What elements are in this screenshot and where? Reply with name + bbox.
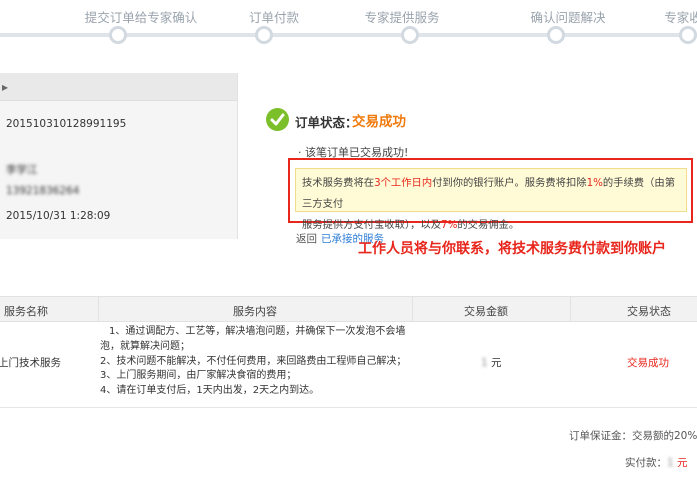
fee-notice-fee-rate: 1% — [586, 177, 603, 189]
step-label-confirm-resolved: 确认问题解决 — [530, 10, 606, 25]
service-content-line: 3、上门服务期间，由厂家解决食宿的费用； — [100, 370, 297, 382]
deposit-value: 交易额的20% — [632, 430, 697, 442]
amount-unit: 元 — [491, 357, 502, 369]
table-row: 上门技术服务 1、通过调配方、工艺等，解决墙泡问题，并确保下一次发泡不会墙 泡，… — [0, 322, 697, 408]
column-divider — [412, 297, 413, 321]
contact-phone: 13921836264 — [6, 185, 80, 197]
service-table: 服务名称 服务内容 交易金额 交易状态 上门技术服务 1、通过调配方、工艺等，解… — [0, 296, 697, 408]
service-content-line: 1、通过调配方、工艺等，解决墙泡问题，并确保下一次发泡不会墙 — [109, 326, 406, 337]
step-label-expert-service: 专家提供服务 — [364, 10, 440, 25]
fee-notice-text: 技术服务费将在 — [302, 177, 375, 189]
back-label: 返回 — [296, 233, 317, 245]
column-header-service-content: 服务内容 — [233, 305, 277, 318]
deposit-label: 订单保证金： — [569, 430, 632, 442]
service-content-line: 2、技术问题不能解决，不付任何费用，来回路费由工程师自己解决； — [100, 355, 407, 367]
amount-value: 1 — [481, 357, 488, 369]
order-progress-steps: 提交订单给专家确认 订单付款 专家提供服务 确认问题解决 专家收 — [0, 0, 697, 64]
staff-contact-annotation: 工作人员将与你联系，将技术服务费付款到你账户 — [358, 241, 666, 257]
fee-notice-text: 付到你的银行账户。服务费将扣除 — [432, 177, 587, 189]
fee-notice-text: 服务提供方支付宝收取），以及 — [302, 219, 442, 231]
fee-notice: 技术服务费将在3个工作日内付到你的银行账户。服务费将扣除1%的手续费（由第三方支… — [295, 168, 687, 231]
service-content-line: 泡，就算解决问题； — [100, 340, 190, 352]
service-content-line: 4、请在订单支付后，1天内出发，2天之内到达。 — [100, 385, 320, 397]
step-label-payment: 订单付款 — [248, 10, 300, 25]
paid-row: 实付款：1 元 — [625, 455, 688, 470]
fee-notice-highlight-box: 技术服务费将在3个工作日内付到你的银行账户。服务费将扣除1%的手续费（由第三方支… — [288, 158, 693, 231]
order-info-header: ▸ — [0, 73, 237, 101]
status-cell: 交易成功 — [627, 357, 669, 369]
deposit-row: 订单保证金：交易额的20% — [569, 428, 697, 443]
step-dot-expert-receive — [679, 26, 697, 44]
column-divider — [570, 297, 571, 321]
order-number: 201510310128991195 — [6, 118, 127, 130]
fee-notice-commission-rate: 7% — [441, 219, 458, 231]
check-circle-icon — [266, 108, 289, 131]
paid-label: 实付款： — [625, 457, 667, 469]
service-content-cell: 1、通过调配方、工艺等，解决墙泡问题，并确保下一次发泡不会墙 泡，就算解决问题；… — [100, 325, 407, 399]
column-header-status: 交易状态 — [627, 305, 671, 318]
column-header-service-name: 服务名称 — [4, 305, 48, 318]
step-dot-submit-order — [109, 26, 127, 44]
service-name-cell: 上门技术服务 — [0, 357, 61, 369]
paid-amount: 1 — [667, 457, 674, 469]
paid-unit: 元 — [677, 457, 688, 469]
column-divider — [98, 297, 99, 321]
order-created-time: 2015/10/31 1:28:09 — [6, 210, 111, 222]
column-header-amount: 交易金额 — [464, 305, 508, 318]
order-info-panel: ▸ 201510310128991195 李学江 13921836264 201… — [0, 73, 238, 239]
contact-name: 李学江 — [6, 164, 38, 176]
fee-notice-text: 的交易佣金。 — [457, 219, 520, 231]
step-dot-payment — [255, 26, 273, 44]
progress-track — [0, 33, 697, 37]
amount-cell: 1 元 — [481, 355, 502, 370]
order-status-value: 交易成功 — [352, 114, 406, 130]
step-dot-expert-service — [401, 26, 419, 44]
fee-notice-days: 3个工作日内 — [374, 177, 433, 189]
step-dot-confirm-resolved — [547, 26, 565, 44]
step-label-submit-order: 提交订单给专家确认 — [84, 10, 198, 25]
order-status-label: 订单状态： — [295, 115, 358, 130]
step-label-expert-receive: 专家收 — [664, 10, 697, 25]
service-table-header: 服务名称 服务内容 交易金额 交易状态 — [0, 296, 697, 322]
